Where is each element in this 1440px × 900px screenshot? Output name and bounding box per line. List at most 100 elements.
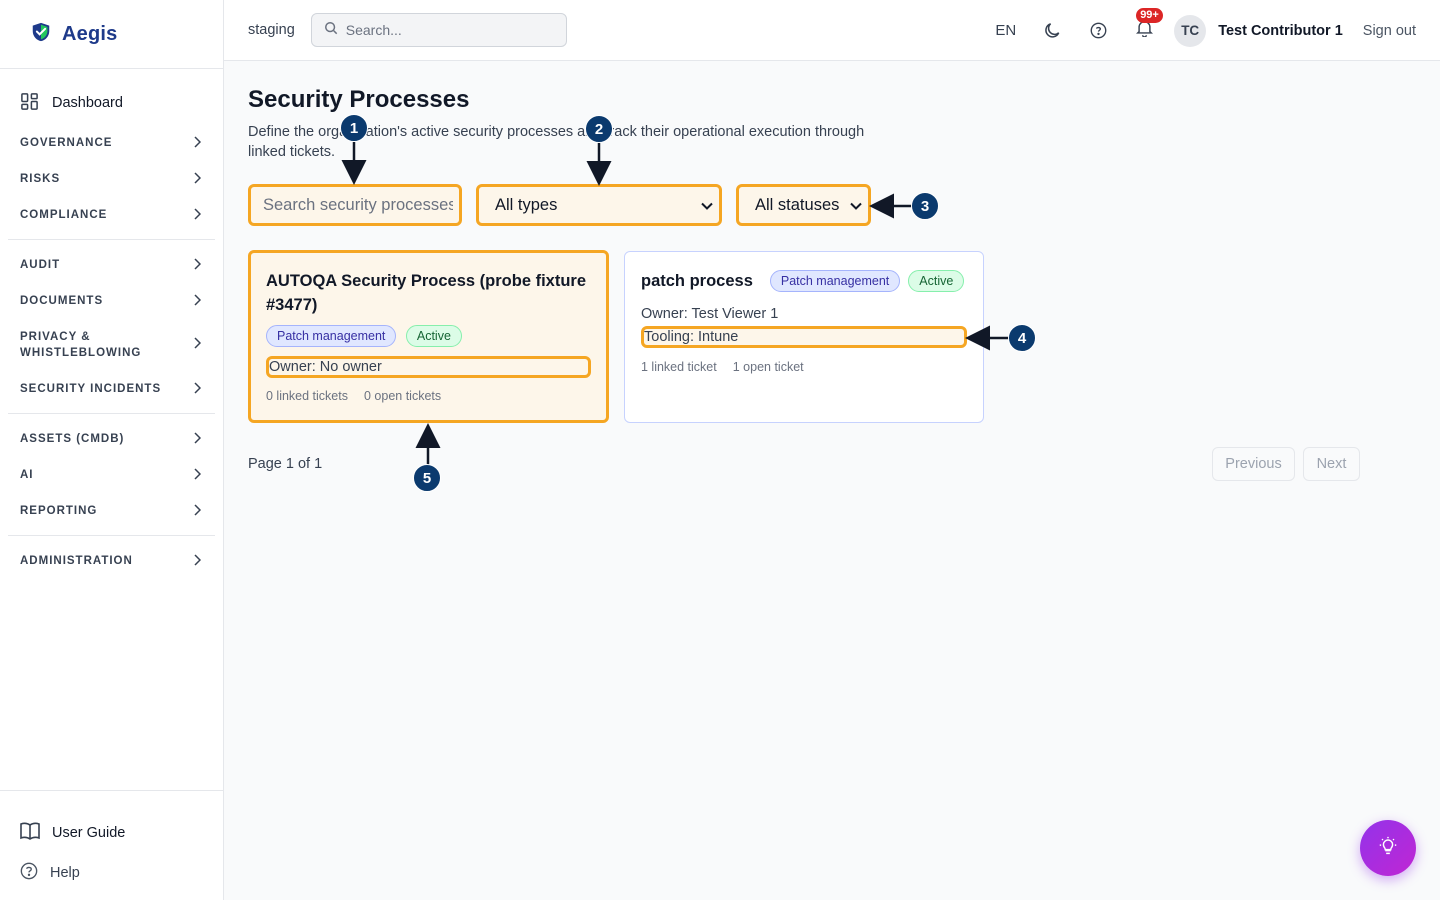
chevron-down-icon xyxy=(850,196,862,215)
user-guide-label: User Guide xyxy=(52,825,126,841)
pagination-summary: Page 1 of 1 xyxy=(248,456,323,472)
status-badge: Active xyxy=(908,270,965,292)
sidebar-item-risks[interactable]: RISKS xyxy=(0,161,223,197)
process-card-header: patch process Patch management Active xyxy=(641,269,967,293)
process-card-tags: Patch management Active xyxy=(266,325,591,347)
brand-name: Aegis xyxy=(62,22,118,45)
sidebar-item-label: AUDIT xyxy=(20,259,61,271)
sidebar-item-governance[interactable]: GOVERNANCE xyxy=(0,125,223,161)
sidebar-item-label: Dashboard xyxy=(52,95,123,111)
sidebar-item-label: PRIVACY & WHISTLEBLOWING xyxy=(20,331,142,359)
type-tag: Patch management xyxy=(769,270,901,292)
process-search-field[interactable] xyxy=(248,184,462,226)
sidebar-item-label: AI xyxy=(20,469,34,481)
chevron-right-icon xyxy=(193,467,202,483)
status-filter-value: All statuses xyxy=(755,195,840,214)
shield-logo-icon xyxy=(30,21,52,48)
dashboard-grid-icon xyxy=(20,92,39,115)
chevron-right-icon xyxy=(193,381,202,397)
sidebar-item-label: ADMINISTRATION xyxy=(20,555,133,567)
sidebar-item-reporting[interactable]: REPORTING xyxy=(0,493,223,529)
sidebar-item-documents[interactable]: DOCUMENTS xyxy=(0,283,223,319)
sidebar-item-audit[interactable]: AUDIT xyxy=(0,247,223,283)
open-tickets-count: 1 open ticket xyxy=(732,360,804,374)
sidebar-item-label: GOVERNANCE xyxy=(20,137,113,149)
ticket-counts: 0 linked tickets 0 open tickets xyxy=(266,389,591,403)
global-search-input[interactable] xyxy=(345,22,546,38)
annotation-marker-5: 5 xyxy=(413,464,441,492)
language-switcher[interactable]: EN xyxy=(995,22,1016,39)
global-search[interactable] xyxy=(310,13,567,47)
linked-tickets-count: 0 linked tickets xyxy=(266,389,348,403)
chevron-right-icon xyxy=(193,135,202,151)
sidebar-item-compliance[interactable]: COMPLIANCE xyxy=(0,197,223,233)
chevron-right-icon xyxy=(193,336,202,354)
chevron-right-icon xyxy=(193,503,202,519)
sidebar-item-assets[interactable]: ASSETS (CMDB) xyxy=(0,421,223,457)
sidebar-item-label: SECURITY INCIDENTS xyxy=(20,383,162,395)
chevron-right-icon xyxy=(193,207,202,223)
help-link[interactable]: Help xyxy=(0,853,223,893)
status-filter-select[interactable]: All statuses xyxy=(736,184,871,226)
top-bar: staging EN 99+ TC Test Contributor 1 Sig… xyxy=(224,0,1440,61)
sidebar-item-label: COMPLIANCE xyxy=(20,209,108,221)
linked-tickets-count: 1 linked ticket xyxy=(641,360,717,374)
chevron-right-icon xyxy=(193,293,202,309)
sidebar-item-dashboard[interactable]: Dashboard xyxy=(0,89,223,117)
process-card-title: AUTOQA Security Process (probe fixture #… xyxy=(266,272,587,314)
chevron-right-icon xyxy=(193,553,202,569)
ticket-counts: 1 linked ticket 1 open ticket xyxy=(641,360,967,374)
open-tickets-count: 0 open tickets xyxy=(363,389,442,403)
chevron-right-icon xyxy=(193,171,202,187)
sidebar-divider xyxy=(8,535,215,536)
user-name: Test Contributor 1 xyxy=(1218,22,1343,39)
next-page-button[interactable]: Next xyxy=(1303,447,1360,481)
annotation-marker-3: 3 xyxy=(911,192,939,220)
user-guide-link[interactable]: User Guide xyxy=(0,813,223,853)
process-owner: Owner: Test Viewer 1 xyxy=(641,306,779,322)
notification-count-badge: 99+ xyxy=(1136,7,1163,23)
sidebar-item-label: DOCUMENTS xyxy=(20,295,104,307)
type-filter-select[interactable]: All types xyxy=(476,184,722,226)
lightbulb-icon xyxy=(1377,835,1399,862)
moon-icon[interactable] xyxy=(1042,21,1062,41)
sidebar-item-administration[interactable]: ADMINISTRATION xyxy=(0,543,223,579)
sidebar-footer: User Guide Help xyxy=(0,790,223,900)
help-circle-icon xyxy=(20,862,38,884)
annotation-marker-2: 2 xyxy=(585,115,613,143)
help-label: Help xyxy=(50,865,80,881)
avatar[interactable]: TC xyxy=(1174,14,1207,47)
process-owner-text: Owner: No owner xyxy=(269,359,382,375)
question-circle-icon[interactable] xyxy=(1088,21,1108,41)
book-icon xyxy=(20,822,40,844)
sidebar-item-security-incidents[interactable]: SECURITY INCIDENTS xyxy=(0,371,223,407)
chevron-right-icon xyxy=(193,257,202,273)
sidebar: Aegis Dashboard GOVERNANCE RISKS COMPLIA… xyxy=(0,0,224,900)
chevron-down-icon xyxy=(701,196,713,215)
type-tag: Patch management xyxy=(266,325,397,347)
previous-page-button[interactable]: Previous xyxy=(1212,447,1295,481)
assistant-fab-button[interactable] xyxy=(1360,820,1416,876)
top-bar-actions: EN 99+ TC Test Contributor 1 Sign out xyxy=(995,0,1416,61)
status-badge: Active xyxy=(405,325,462,347)
sidebar-divider xyxy=(8,239,215,240)
notifications-button[interactable]: 99+ xyxy=(1134,7,1163,41)
type-filter-value: All types xyxy=(495,195,558,214)
sidebar-item-label: ASSETS (CMDB) xyxy=(20,433,125,445)
process-card-title: patch process xyxy=(641,272,753,290)
annotation-marker-4: 4 xyxy=(1008,324,1036,352)
process-search-input[interactable] xyxy=(263,195,453,215)
sidebar-divider xyxy=(8,413,215,414)
environment-label: staging xyxy=(248,22,295,38)
sidebar-item-label: REPORTING xyxy=(20,505,98,517)
process-owner: Owner: No owner xyxy=(266,356,591,378)
process-card[interactable]: patch process Patch management Active Ow… xyxy=(624,251,984,423)
brand[interactable]: Aegis xyxy=(0,0,223,69)
sidebar-item-privacy[interactable]: PRIVACY & WHISTLEBLOWING xyxy=(0,319,223,371)
page-title: Security Processes xyxy=(248,86,470,113)
annotation-marker-1: 1 xyxy=(340,114,368,142)
process-tooling: Tooling: Intune xyxy=(641,326,967,348)
process-card[interactable]: AUTOQA Security Process (probe fixture #… xyxy=(248,250,609,423)
sign-out-button[interactable]: Sign out xyxy=(1363,23,1416,39)
sidebar-item-ai[interactable]: AI xyxy=(0,457,223,493)
